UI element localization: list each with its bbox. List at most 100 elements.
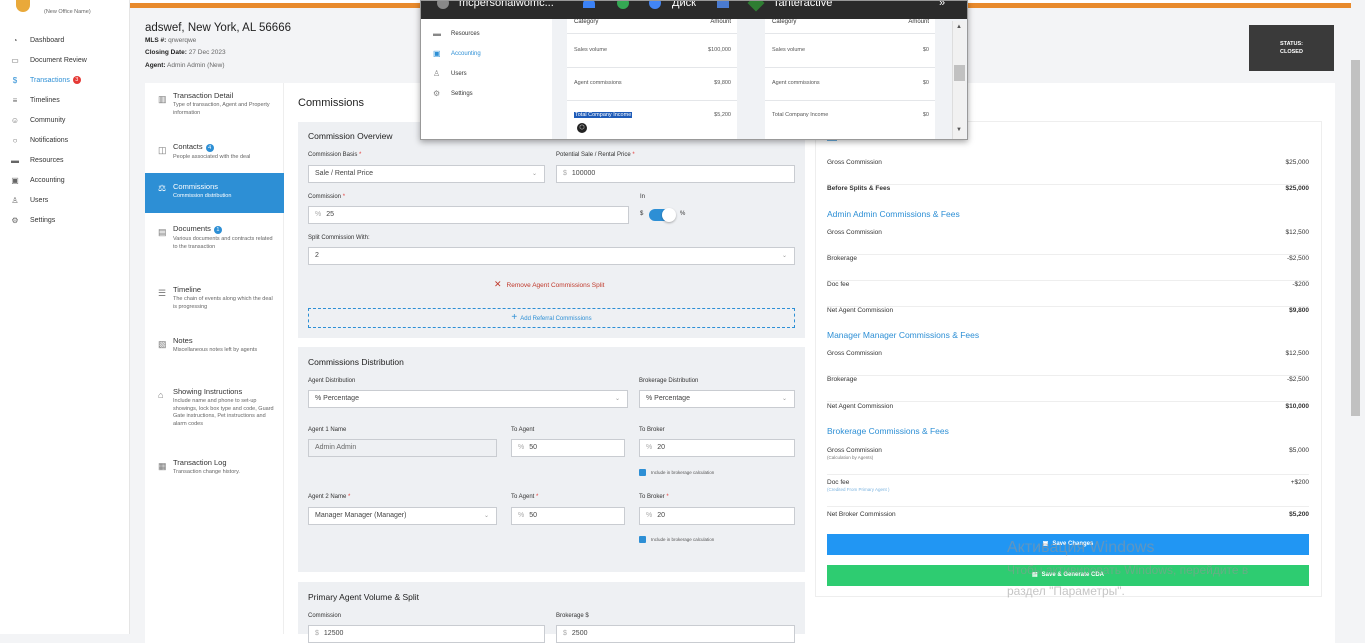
divider	[567, 100, 737, 101]
step-desc: Transaction change history.	[173, 469, 240, 475]
sidebar-item-transactions[interactable]: $ Transactions 3	[10, 73, 81, 87]
sidebar-item-label: Users	[30, 196, 49, 204]
sidebar-item-label: Document Review	[30, 56, 87, 64]
step-timeline[interactable]: ☰ Timeline The chain of events along whi…	[145, 285, 284, 321]
step-commissions[interactable]: ⚖ Commissions Commission distribution	[145, 173, 284, 213]
popup-nav-accounting[interactable]: ▣ Accounting	[433, 49, 481, 58]
row-label: Doc fee	[827, 281, 850, 288]
include-brokerage-checkbox[interactable]	[639, 469, 646, 476]
table-cell: $0	[922, 112, 929, 118]
step-documents[interactable]: ▤ Documents 1 Various documents and contr…	[145, 224, 284, 269]
divider	[765, 67, 935, 68]
sidebar-item-label: Resources	[30, 156, 64, 164]
app-icon	[717, 1, 729, 8]
in-label: In	[640, 194, 646, 200]
popup-scrollbar[interactable]: ▲ ▼	[952, 21, 966, 139]
scroll-up-icon[interactable]: ▲	[956, 24, 962, 30]
agent2-to-broker-input[interactable]: % 20	[639, 507, 795, 525]
sidebar-item-timelines[interactable]: ≡ Timelines	[10, 93, 60, 107]
sidebar-item-community[interactable]: ☺ Community	[10, 113, 66, 127]
windows-watermark-title: Активация Windows	[1007, 539, 1155, 556]
dollar-prefix: $	[563, 170, 567, 177]
community-icon: ☺	[10, 115, 20, 125]
company-income-table: Category Amount Sales volume $100,000 Ag…	[567, 19, 737, 139]
manager-brokerage-row: Brokerage -$2,500	[827, 376, 1309, 402]
row-value: $5,200	[1289, 511, 1309, 518]
row-label: Before Splits & Fees	[827, 185, 891, 192]
toggle-right-label: %	[680, 211, 686, 217]
agent-distribution-select[interactable]: % Percentage ⌄	[308, 390, 628, 408]
folder-icon: ▬	[11, 155, 19, 165]
timeline-icon: ☰	[158, 288, 167, 298]
step-notes[interactable]: ▧ Notes Miscellaneous notes left by agen…	[145, 336, 284, 372]
mls-label: MLS #:	[145, 37, 167, 44]
popup-tab[interactable]: Tanteractive	[773, 1, 832, 9]
app-icon	[437, 1, 449, 9]
app-icon	[583, 1, 595, 8]
potential-value: 100000	[571, 170, 596, 177]
sidebar-item-dashboard[interactable]: ◔ Dashboard	[10, 33, 65, 47]
split-label: Split Commission With:	[308, 235, 370, 241]
brokerage-distribution-select[interactable]: % Percentage ⌄	[639, 390, 795, 408]
sidebar-item-notifications[interactable]: ○ Notifications	[10, 133, 69, 147]
step-transaction-log[interactable]: ▦ Transaction Log Transaction change his…	[145, 458, 284, 488]
agent2-name-select[interactable]: Manager Manager (Manager) ⌄	[308, 507, 497, 525]
brokerage-commissions-heading: Brokerage Commissions & Fees	[827, 426, 949, 436]
sidebar-item-users[interactable]: ♙ Users	[10, 193, 48, 207]
step-contacts[interactable]: ◫ Contacts 4 People associated with the d…	[145, 142, 284, 172]
popup-nav-label: Settings	[451, 90, 473, 97]
agent1-to-agent-input[interactable]: % 50	[511, 439, 625, 457]
row-label: Net Agent Commission	[827, 307, 894, 314]
step-desc: The chain of events along which the deal…	[173, 296, 273, 310]
row-value: $5,000	[1289, 447, 1309, 454]
unit-toggle[interactable]	[649, 208, 676, 222]
sidebar-item-label: Community	[30, 116, 66, 124]
row-label: Doc fee	[827, 479, 850, 486]
row-label: Gross Commission	[827, 229, 882, 236]
agent1-to-broker-input[interactable]: % 20	[639, 439, 795, 457]
user-icon: ♙	[433, 69, 441, 78]
potential-price-input[interactable]: $100000	[556, 165, 795, 183]
chrome-icon	[617, 1, 629, 9]
split-value: 2	[315, 252, 319, 259]
closing-label: Closing Date:	[145, 49, 187, 56]
commission-input[interactable]: % 25	[308, 206, 629, 224]
popup-nav-settings[interactable]: ⚙ Settings	[433, 89, 473, 98]
agent-dist-value: % Percentage	[315, 395, 359, 402]
primary-commission-input[interactable]: $12500	[308, 625, 545, 643]
sidebar-item-resources[interactable]: ▬ Resources	[10, 153, 63, 167]
scroll-down-icon[interactable]: ▼	[956, 127, 962, 133]
primary-brokerage-input[interactable]: $2500	[556, 625, 795, 643]
agent2-to-agent-input[interactable]: % 50	[511, 507, 625, 525]
table-cell-selected: Total Company Income	[574, 112, 633, 118]
row-value: -$2,500	[1286, 255, 1309, 262]
commission-basis-select[interactable]: Sale / Rental Price ⌄	[308, 165, 545, 183]
popup-nav-users[interactable]: ♙ Users	[433, 69, 467, 78]
sidebar-item-label: Dashboard	[30, 36, 65, 44]
popup-tab[interactable]: Диск	[672, 1, 696, 9]
distribution-title: Commissions Distribution	[308, 357, 404, 367]
to-agent-label-2: To Agent *	[511, 494, 539, 500]
chevrons-right-icon[interactable]: »	[939, 1, 945, 9]
split-with-select[interactable]: 2 ⌄	[308, 247, 795, 265]
sidebar-item-accounting[interactable]: ▣ Accounting	[10, 173, 64, 187]
step-showing-instructions[interactable]: ⌂ Showing Instructions Include name and …	[145, 387, 284, 443]
include-brokerage-checkbox-2[interactable]	[639, 536, 646, 543]
add-referral-button[interactable]: + Add Referral Commissions	[308, 308, 795, 328]
sidebar-item-document-review[interactable]: ▭ Document Review	[10, 53, 87, 67]
popup-tab[interactable]: mcpersonalwomc...	[459, 1, 554, 9]
scroll-thumb[interactable]	[954, 65, 965, 81]
popup-nav-resources[interactable]: ▬ Resources	[433, 29, 480, 38]
remove-split-button[interactable]: ✕ Remove Agent Commissions Split	[494, 279, 604, 290]
page-scrollbar[interactable]	[1351, 60, 1360, 416]
broker-gross-row: Gross Commission (Calculation by Agents) …	[827, 447, 1309, 475]
sidebar-item-settings[interactable]: ⚙ Settings	[10, 213, 55, 227]
step-transaction-detail[interactable]: ▥ Transaction Detail Type of transaction…	[145, 91, 284, 131]
popup-nav-label: Accounting	[451, 50, 481, 57]
step-title: Documents	[173, 224, 211, 233]
step-title: Transaction Log	[173, 458, 227, 467]
left-sidebar: (New Office Name) ◔ Dashboard ▭ Document…	[0, 0, 130, 634]
chevron-down-icon: ⌄	[483, 513, 489, 519]
brokerage-dist-value: % Percentage	[646, 395, 690, 402]
step-title: Contacts	[173, 142, 203, 151]
